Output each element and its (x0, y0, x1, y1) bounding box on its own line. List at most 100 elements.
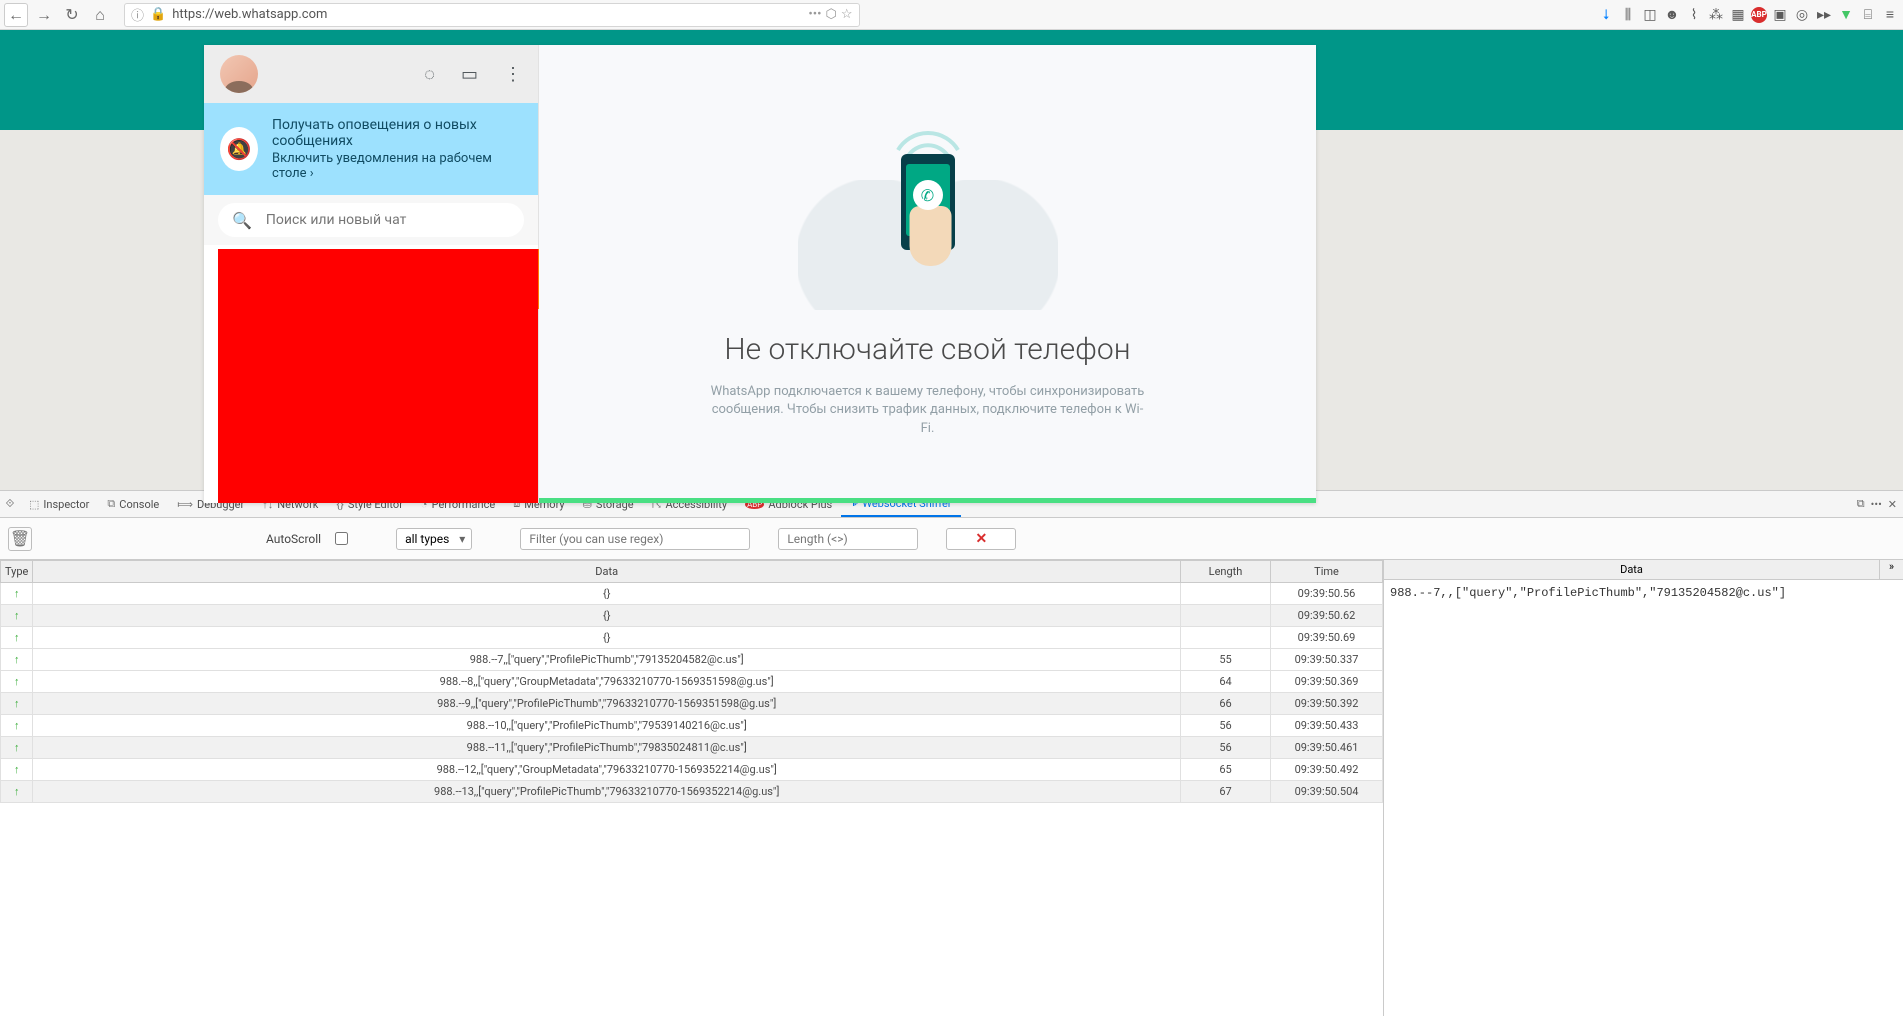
row-time: 09:39:50.369 (1271, 671, 1383, 693)
clear-button[interactable]: ✕ (946, 528, 1016, 550)
row-time: 09:39:50.56 (1271, 583, 1383, 605)
ext-icon-paw[interactable]: ⁂ (1707, 6, 1725, 24)
th-length[interactable]: Length (1181, 561, 1271, 583)
menu-dots-icon[interactable]: ⋮ (504, 64, 522, 85)
ws-table-panel: Type Data Length Time ↑ {} 09:39:50.56 ↑ {} 0… (0, 560, 1383, 1016)
detail-body: 988.--7,,["query","ProfilePicThumb","791… (1384, 580, 1903, 1016)
page-actions-dots[interactable]: ••• (808, 7, 821, 22)
forward-button[interactable]: → (32, 3, 56, 27)
wa-notification-banner[interactable]: 🔕 Получать оповещения о новых сообщениях… (204, 103, 538, 195)
table-row[interactable]: ↑988.--11,,["query","ProfilePicThumb","7… (1, 737, 1383, 759)
bookmark-star-icon[interactable]: ☆ (841, 7, 853, 22)
ws-delete-button[interactable]: 🗑 (8, 527, 32, 551)
th-data[interactable]: Data (33, 561, 1181, 583)
wa-bottom-accent (539, 498, 1316, 503)
row-type: ↑ (1, 693, 33, 715)
row-data: 988.--7,,["query","ProfilePicThumb","791… (33, 649, 1181, 671)
ext-icon-1[interactable]: ⌇ (1685, 6, 1703, 24)
devtools-panel-new-icon[interactable]: ⧉ (1857, 497, 1865, 511)
status-icon[interactable]: ◌ (424, 64, 435, 85)
th-type[interactable]: Type (1, 561, 33, 583)
home-button[interactable]: ⌂ (88, 3, 112, 27)
ext-icon-gift[interactable]: ⌸ (1859, 6, 1877, 24)
row-length (1181, 627, 1271, 649)
menu-icon[interactable]: ≡ (1881, 6, 1899, 24)
ws-detail-panel: Data » 988.--7,,["query","ProfilePicThum… (1383, 560, 1903, 1016)
devtools-pick-element-icon[interactable]: ⟐ (0, 497, 20, 511)
sidebar-icon[interactable]: ◫ (1641, 6, 1659, 24)
browser-toolbar: ← → ↻ ⌂ ⓘ 🔒 ••• ⬡ ☆ ⭣ ⫼ ◫ ☻ ⌇ ⁂ ▦ ABP ▣ … (0, 0, 1903, 30)
tab-console[interactable]: ⧉Console (98, 491, 168, 517)
console-icon: ⧉ (107, 497, 115, 511)
row-type: ↑ (1, 715, 33, 737)
back-button[interactable]: ← (4, 3, 28, 27)
wa-chat-list[interactable] (204, 245, 538, 503)
row-time: 09:39:50.62 (1271, 605, 1383, 627)
type-select[interactable]: all types (396, 528, 472, 550)
inspector-icon: ⬚ (29, 498, 39, 511)
avatar[interactable] (220, 55, 258, 93)
row-data: {} (33, 627, 1181, 649)
whatsapp-web-page: ◌ ▭ ⋮ 🔕 Получать оповещения о новых сооб… (0, 30, 1903, 490)
table-row[interactable]: ↑988.--8,,["query","GroupMetadata","7963… (1, 671, 1383, 693)
search-icon: 🔍 (232, 211, 252, 230)
row-length: 65 (1181, 759, 1271, 781)
row-time: 09:39:50.392 (1271, 693, 1383, 715)
debugger-icon: ⟾ (177, 498, 193, 511)
adblock-icon[interactable]: ABP (1751, 7, 1767, 23)
row-length: 56 (1181, 715, 1271, 737)
library-icon[interactable]: ⫼ (1619, 6, 1637, 24)
wa-main-panel: ✆ Не отключайте свой телефон WhatsApp по… (539, 45, 1316, 503)
row-type: ↑ (1, 737, 33, 759)
ext-icon-ff[interactable]: ▸▸ (1815, 6, 1833, 24)
ext-icon-grid[interactable]: ▦ (1729, 6, 1747, 24)
wa-sidebar-header: ◌ ▭ ⋮ (204, 45, 538, 103)
site-info-icon[interactable]: ⓘ (131, 5, 144, 24)
row-length (1181, 605, 1271, 627)
account-icon[interactable]: ☻ (1663, 6, 1681, 24)
detail-expand-button[interactable]: » (1879, 560, 1903, 579)
table-row[interactable]: ↑{}09:39:50.56 (1, 583, 1383, 605)
row-type: ↑ (1, 781, 33, 803)
row-time: 09:39:50.504 (1271, 781, 1383, 803)
table-row[interactable]: ↑988.--10,,["query","ProfilePicThumb","7… (1, 715, 1383, 737)
lock-icon: 🔒 (150, 7, 166, 22)
row-length: 56 (1181, 737, 1271, 759)
th-time[interactable]: Time (1271, 561, 1383, 583)
row-length: 66 (1181, 693, 1271, 715)
notify-link[interactable]: Включить уведомления на рабочем столе › (272, 151, 522, 181)
table-row[interactable]: ↑{}09:39:50.62 (1, 605, 1383, 627)
reload-button[interactable]: ↻ (60, 3, 84, 27)
length-input[interactable] (778, 528, 918, 550)
wa-search[interactable]: 🔍 (218, 203, 524, 237)
devtools-close-icon[interactable]: ✕ (1888, 498, 1897, 511)
table-row[interactable]: ↑988.--12,,["query","GroupMetadata","796… (1, 759, 1383, 781)
download-icon[interactable]: ⭣ (1597, 6, 1615, 24)
table-row[interactable]: ↑{}09:39:50.69 (1, 627, 1383, 649)
row-data: {} (33, 605, 1181, 627)
hand-icon (909, 206, 951, 266)
ext-icon-dl[interactable]: ▼ (1837, 6, 1855, 24)
ext-icon-cam[interactable]: ▣ (1771, 6, 1789, 24)
table-row[interactable]: ↑988.--9,,["query","ProfilePicThumb","79… (1, 693, 1383, 715)
row-time: 09:39:50.492 (1271, 759, 1383, 781)
table-row[interactable]: ↑988.--13,,["query","ProfilePicThumb","7… (1, 781, 1383, 803)
autoscroll-checkbox[interactable] (335, 532, 348, 545)
redacted-chat-list (218, 249, 538, 503)
tab-inspector[interactable]: ⬚Inspector (20, 491, 98, 517)
filter-input[interactable] (520, 528, 750, 550)
wa-sidebar: ◌ ▭ ⋮ 🔕 Получать оповещения о новых сооб… (204, 45, 539, 503)
url-bar[interactable]: ⓘ 🔒 ••• ⬡ ☆ (124, 3, 860, 27)
shield-icon[interactable]: ⬡ (825, 7, 836, 22)
url-input[interactable] (172, 7, 808, 22)
row-data: {} (33, 583, 1181, 605)
search-input[interactable] (266, 212, 510, 228)
devtools-more-icon[interactable]: ••• (1871, 498, 1882, 511)
row-data: 988.--9,,["query","ProfilePicThumb","796… (33, 693, 1181, 715)
wifi-icon (888, 110, 968, 160)
row-length: 64 (1181, 671, 1271, 693)
ext-icon-target[interactable]: ◎ (1793, 6, 1811, 24)
table-row[interactable]: ↑988.--7,,["query","ProfilePicThumb","79… (1, 649, 1383, 671)
new-chat-icon[interactable]: ▭ (461, 64, 478, 85)
row-time: 09:39:50.69 (1271, 627, 1383, 649)
